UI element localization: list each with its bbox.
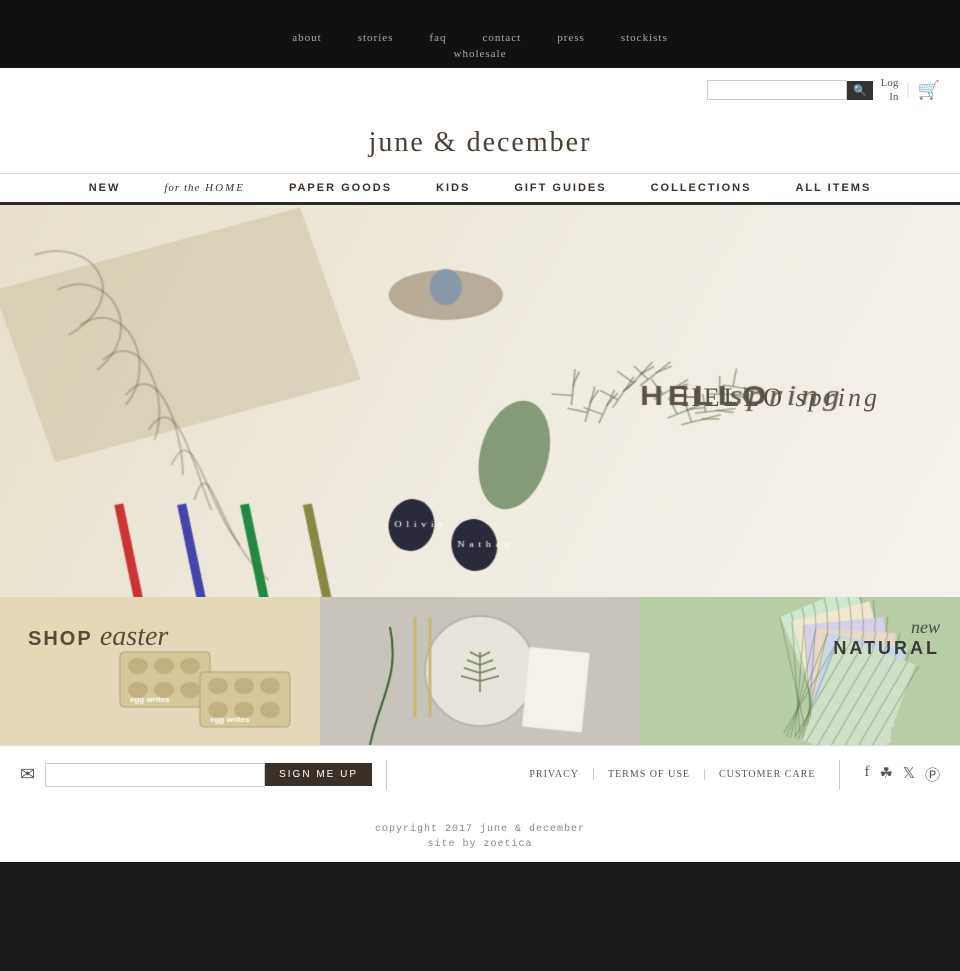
search-form: 🔍	[707, 80, 873, 100]
mainnav-new[interactable]: NEW	[67, 182, 143, 194]
nav-stories[interactable]: stories	[340, 32, 412, 44]
new-word: new	[833, 617, 940, 638]
mainnav-collections[interactable]: COLLECTIONS	[629, 182, 774, 194]
nav-wholesale-row: wholesale	[0, 48, 960, 62]
login-link[interactable]: LogIn	[881, 76, 899, 105]
nav-wholesale[interactable]: wholesale	[454, 48, 507, 62]
top-nav-wrapper: about stories FAQ contact press stockist…	[0, 22, 960, 68]
main-nav: NEW for the HOME PAPER GOODS KIDS GIFT G…	[0, 173, 960, 205]
twitter-icon[interactable]: 𝕏	[903, 764, 915, 785]
promo-tile-easter[interactable]: SHOP easter	[0, 597, 320, 745]
hero-section: HELLO spring	[0, 205, 960, 597]
promo-tile-natural[interactable]: new NATURAL	[640, 597, 960, 745]
logo-area: june & december	[0, 109, 960, 173]
pinterest-icon[interactable]: Ⓟ	[925, 764, 940, 785]
hero-text: HELLO spring	[681, 383, 880, 413]
natural-label: new NATURAL	[833, 617, 940, 659]
easter-canvas	[0, 597, 320, 745]
social-icons: f ☘ 𝕏 Ⓟ	[864, 764, 940, 785]
footer-copyright: copyright 2017 june & december	[0, 824, 960, 835]
mainnav-home[interactable]: for the HOME	[142, 182, 267, 194]
top-nav: about stories FAQ contact press stockist…	[0, 26, 960, 48]
promo-tile-table[interactable]	[320, 597, 640, 745]
nav-faq[interactable]: FAQ	[411, 32, 464, 44]
footer-customer-care[interactable]: CUSTOMER CARE	[705, 769, 829, 780]
cart-icon[interactable]: 🛒	[918, 80, 940, 101]
footer-signup: ✉ SIGN ME UP PRIVACY TERMS OF USE CUSTOM…	[0, 745, 960, 804]
mail-icon: ✉	[20, 764, 35, 785]
mainnav-all-items[interactable]: ALL ITEMS	[773, 182, 893, 194]
top-bar	[0, 0, 960, 22]
nav-about[interactable]: about	[274, 32, 339, 44]
natural-word: NATURAL	[833, 638, 940, 658]
divider	[386, 760, 387, 790]
site-logo[interactable]: june & december	[0, 127, 960, 159]
email-input[interactable]	[45, 763, 265, 787]
instagram-icon[interactable]: ☘	[879, 764, 892, 785]
easter-word: easter	[100, 621, 168, 652]
shop-word: SHOP	[28, 628, 100, 650]
nav-press[interactable]: press	[539, 32, 603, 44]
mainnav-gift-guides[interactable]: GIFT GUIDES	[492, 182, 628, 194]
account-area: LogIn | 🛒	[881, 76, 940, 105]
footer-privacy[interactable]: PRIVACY	[515, 769, 594, 780]
signup-button[interactable]: SIGN ME UP	[265, 763, 372, 786]
nav-contact[interactable]: contact	[464, 32, 539, 44]
footer-links: PRIVACY TERMS OF USE CUSTOMER CARE	[515, 769, 829, 780]
utility-bar: 🔍 LogIn | 🛒	[0, 68, 960, 109]
search-input[interactable]	[707, 80, 847, 100]
easter-label: SHOP easter	[28, 621, 168, 653]
search-button[interactable]: 🔍	[847, 81, 873, 100]
facebook-icon[interactable]: f	[864, 764, 869, 785]
hero-hello: HELLO	[681, 383, 786, 412]
hero-spring: spring	[796, 383, 880, 412]
divider2	[839, 760, 840, 790]
table-canvas	[320, 597, 640, 745]
footer-site-by: site by zoetica	[0, 839, 960, 850]
footer-bottom: copyright 2017 june & december site by z…	[0, 804, 960, 862]
promo-row: SHOP easter new NATURAL	[0, 597, 960, 745]
mainnav-kids[interactable]: KIDS	[414, 182, 492, 194]
mainnav-paper-goods[interactable]: PAPER GOODS	[267, 182, 414, 194]
footer-terms[interactable]: TERMS OF USE	[594, 769, 705, 780]
nav-stockists[interactable]: stockists	[603, 32, 686, 44]
